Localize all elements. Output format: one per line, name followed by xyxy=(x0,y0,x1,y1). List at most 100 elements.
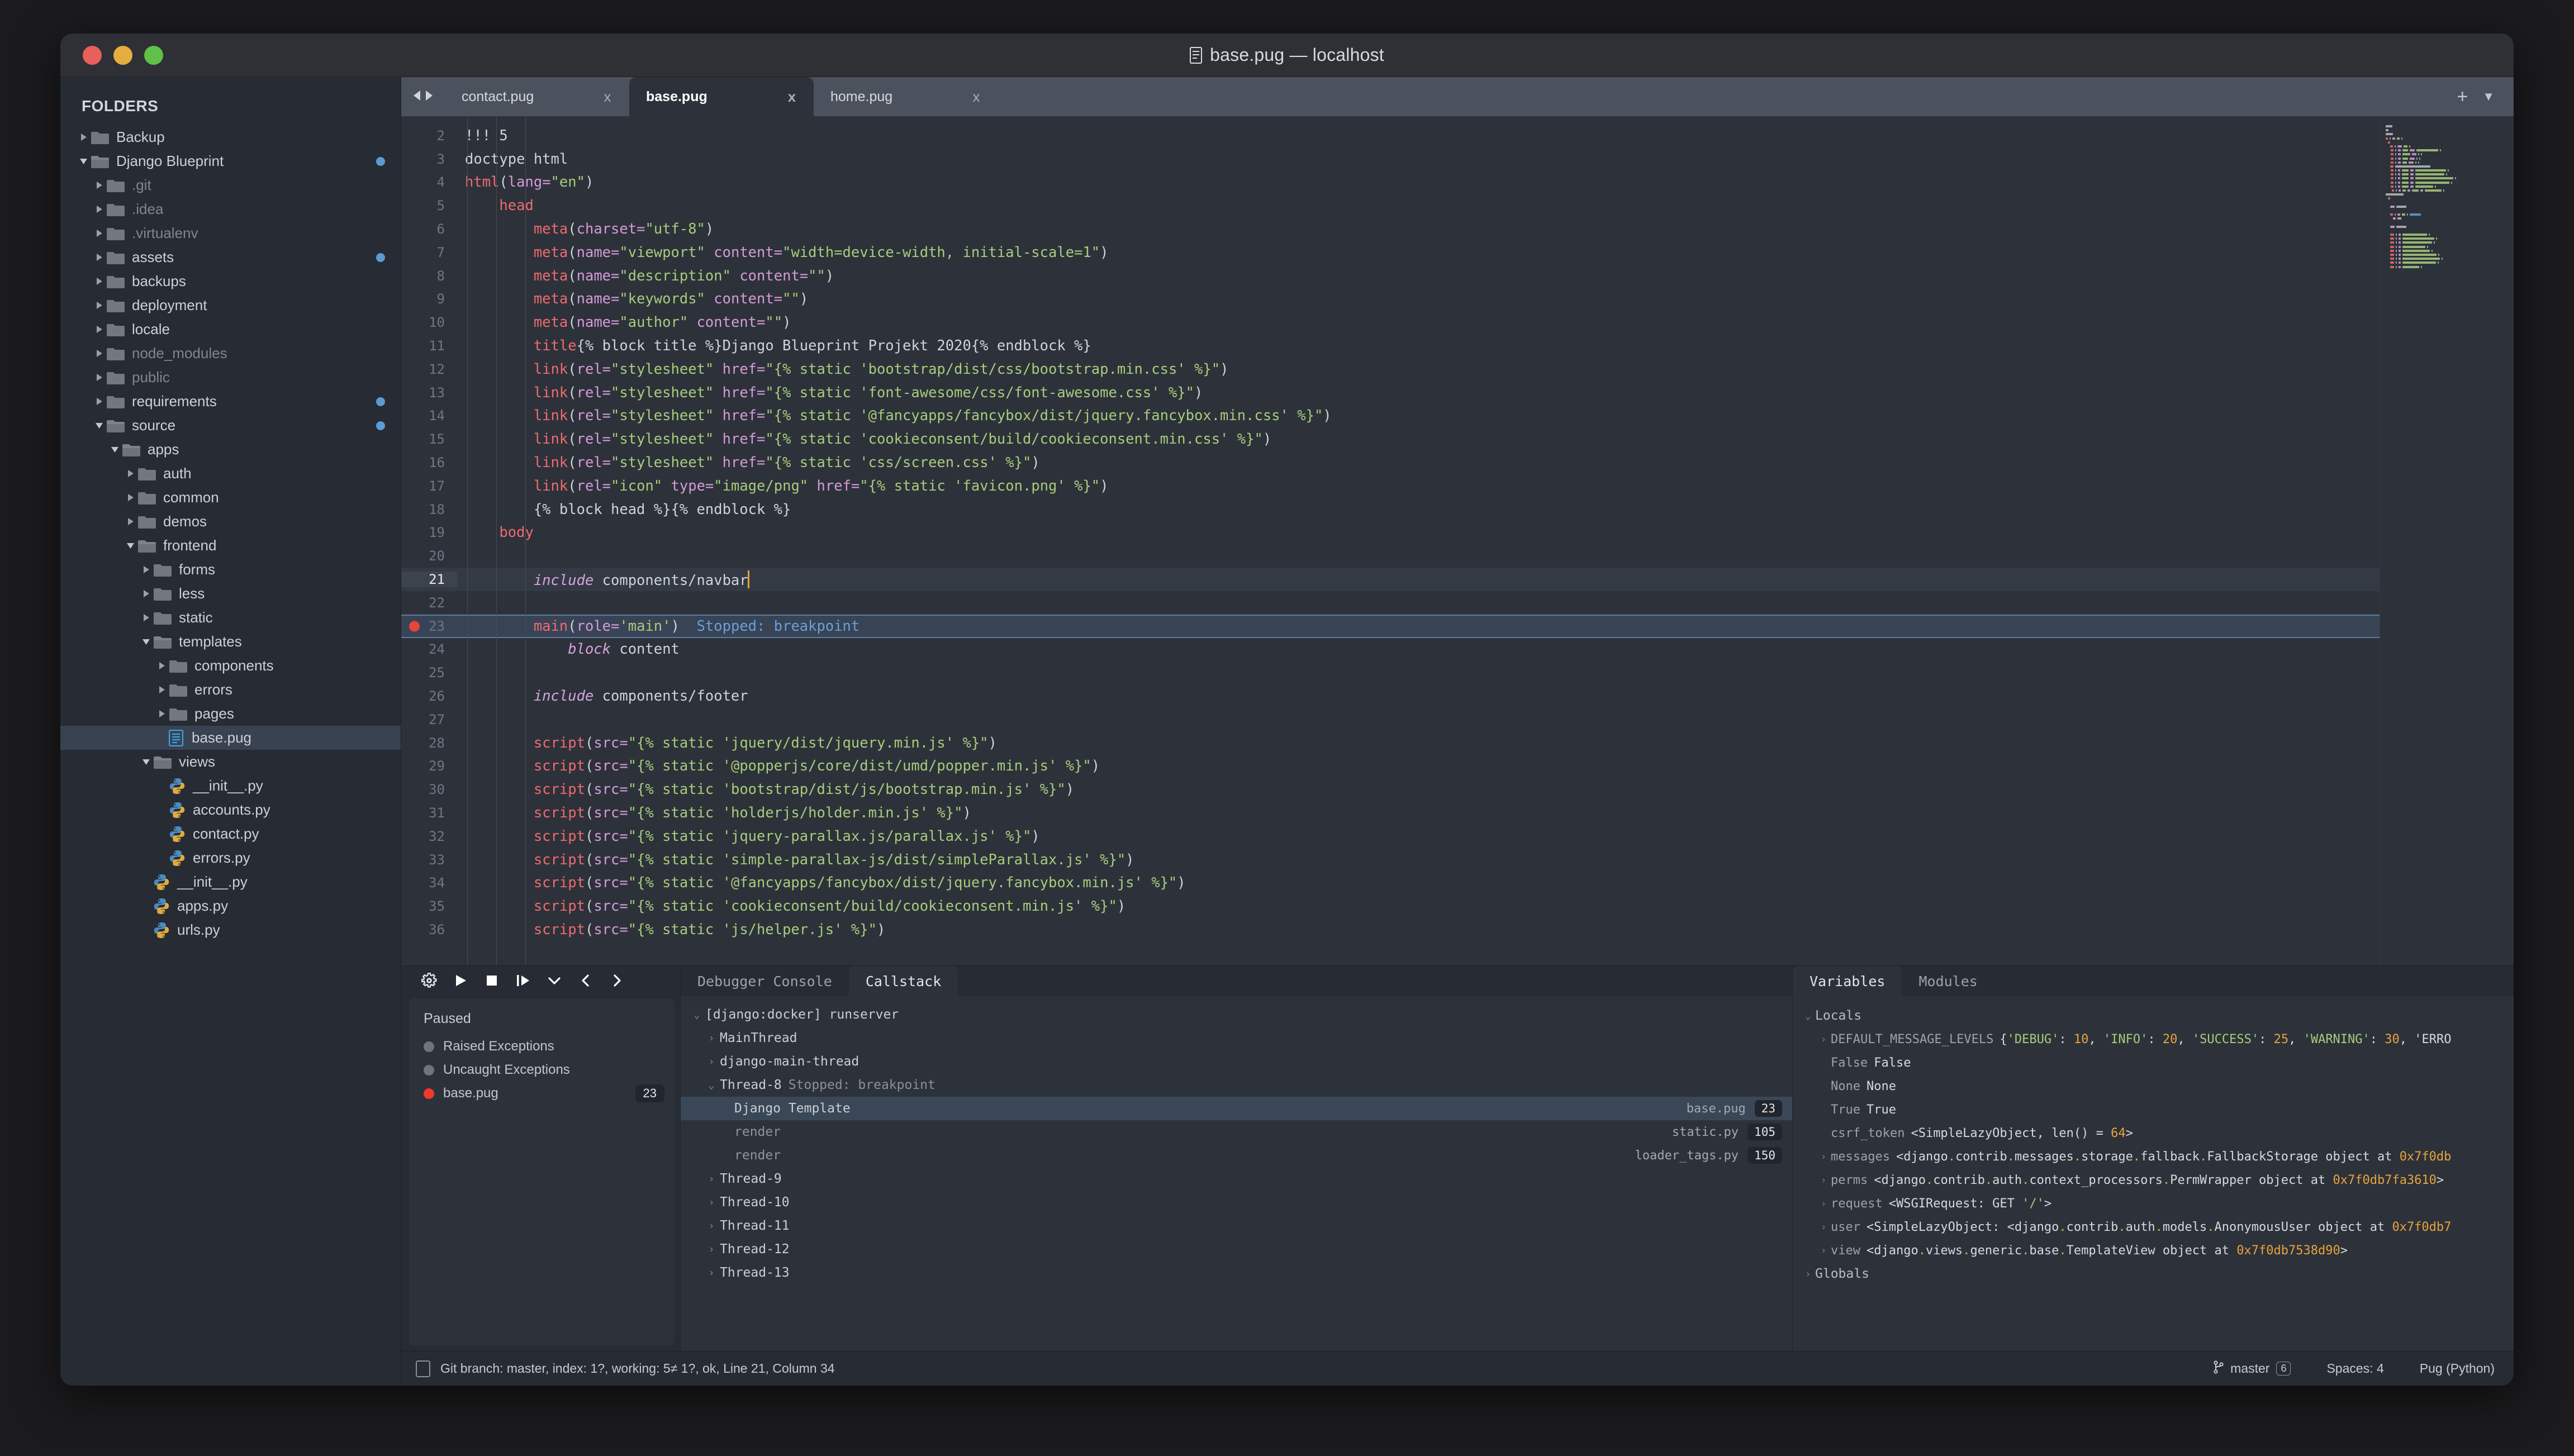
breakpoint-enabled-icon[interactable] xyxy=(424,1088,434,1099)
chevron-right-icon[interactable]: › xyxy=(703,1173,720,1185)
open-file-tabs[interactable]: contact.pug x base.pug x home.pug x xyxy=(445,77,998,116)
callstack-row[interactable]: render loader_tags.py 150 xyxy=(681,1144,1792,1167)
code-line-20[interactable]: 20 xyxy=(401,544,2380,568)
chevron-right-icon[interactable] xyxy=(154,686,169,694)
step-out-icon[interactable] xyxy=(570,966,601,995)
tree-item-node-modules[interactable]: node_modules xyxy=(60,341,401,365)
callstack-row[interactable]: › Thread-13 xyxy=(681,1261,1792,1284)
chevron-right-icon[interactable] xyxy=(92,253,106,261)
code-lines[interactable]: 2!!! 5 3 doctype html 4 html(lang="en") 5 hea… xyxy=(401,116,2380,965)
code-line-36[interactable]: 36 script(src="{% static 'js/helper.js' … xyxy=(401,918,2380,941)
tree-item--idea[interactable]: .idea xyxy=(60,197,401,221)
close-icon[interactable]: x xyxy=(783,88,800,106)
code-line-34[interactable]: 34 script(src="{% static '@fancyapps/fan… xyxy=(401,872,2380,895)
code-line-28[interactable]: 28 script(src="{% static 'jquery/dist/jq… xyxy=(401,731,2380,755)
panel-tab-debugger-console[interactable]: Debugger Console xyxy=(681,966,849,996)
variables-group[interactable]: › Globals xyxy=(1793,1262,2514,1286)
chevron-right-icon[interactable]: › xyxy=(703,1267,720,1279)
chevron-right-icon[interactable] xyxy=(92,205,106,213)
close-icon[interactable]: x xyxy=(599,88,616,106)
chevron-down-icon[interactable] xyxy=(139,758,153,765)
code-line-33[interactable]: 33 script(src="{% static 'simple-paralla… xyxy=(401,848,2380,872)
chevron-right-icon[interactable]: › xyxy=(1816,1034,1831,1045)
code-line-13[interactable]: 13 link(rel="stylesheet" href="{% static… xyxy=(401,381,2380,405)
chevron-right-icon[interactable] xyxy=(154,662,169,670)
stop-icon[interactable] xyxy=(476,966,507,995)
tree-item-backup[interactable]: Backup xyxy=(60,125,401,149)
variable-row[interactable]: › perms <django.contrib.auth.context_proce… xyxy=(1793,1168,2514,1192)
chevron-right-icon[interactable] xyxy=(92,229,106,237)
tab-nav-arrows[interactable] xyxy=(401,77,445,116)
breakpoint-row[interactable]: base.pug 23 xyxy=(409,1082,675,1105)
chevron-right-icon[interactable] xyxy=(123,469,137,478)
tree-item-source[interactable]: source xyxy=(60,413,401,437)
chevron-right-icon[interactable] xyxy=(123,517,137,526)
chevron-down-icon[interactable] xyxy=(123,542,137,549)
step-over-icon[interactable] xyxy=(507,966,539,995)
tab-home-pug[interactable]: home.pug x xyxy=(814,77,998,116)
chevron-right-icon[interactable] xyxy=(76,133,91,141)
callstack-row[interactable]: › Thread-9 xyxy=(681,1167,1792,1191)
chevron-down-icon[interactable]: ⌄ xyxy=(1801,1010,1815,1022)
callstack-row[interactable]: › Thread-11 xyxy=(681,1214,1792,1238)
code-line-17[interactable]: 17 link(rel="icon" type="image/png" href… xyxy=(401,474,2380,498)
tree-item-demos[interactable]: demos xyxy=(60,510,401,534)
code-line-26[interactable]: 26 include components/footer xyxy=(401,684,2380,708)
tree-item-backups[interactable]: backups xyxy=(60,269,401,293)
tree-item-apps[interactable]: apps xyxy=(60,437,401,461)
chevron-right-icon[interactable] xyxy=(92,349,106,358)
chevron-down-icon[interactable] xyxy=(139,638,153,645)
tree-item-errors-py[interactable]: errors.py xyxy=(60,846,401,870)
code-minimap[interactable] xyxy=(2380,116,2514,965)
resume-icon[interactable] xyxy=(445,966,476,995)
chevron-right-icon[interactable]: › xyxy=(1816,1245,1831,1257)
tree-item-requirements[interactable]: requirements xyxy=(60,389,401,413)
code-line-6[interactable]: 6 meta(charset="utf-8") xyxy=(401,217,2380,241)
language-mode[interactable]: Pug (Python) xyxy=(2420,1361,2495,1376)
variable-row[interactable]: › view <django.views.generic.base.Template… xyxy=(1793,1239,2514,1262)
chevron-right-icon[interactable]: › xyxy=(1816,1151,1831,1163)
tree-item-static[interactable]: static xyxy=(60,606,401,630)
code-line-8[interactable]: 8 meta(name="description" content="") xyxy=(401,264,2380,288)
chevron-right-icon[interactable] xyxy=(92,373,106,382)
chevron-right-icon[interactable] xyxy=(92,277,106,286)
tree-item-views[interactable]: views xyxy=(60,750,401,774)
variable-row[interactable]: › messages <django.contrib.messages.storag… xyxy=(1793,1145,2514,1168)
callstack-row[interactable]: ⌄ Thread-8 Stopped: breakpoint xyxy=(681,1073,1792,1097)
chevron-down-icon[interactable]: ⌄ xyxy=(703,1079,720,1091)
code-line-32[interactable]: 32 script(src="{% static 'jquery-paralla… xyxy=(401,825,2380,848)
code-line-19[interactable]: 19 body xyxy=(401,521,2380,545)
tree-item--git[interactable]: .git xyxy=(60,173,401,197)
tree-item-frontend[interactable]: frontend xyxy=(60,534,401,558)
code-line-2[interactable]: 2 !!! 5 xyxy=(401,124,2380,147)
chevron-right-icon[interactable] xyxy=(92,301,106,310)
code-line-23[interactable]: 23 main(role='main') Stopped: breakpoint xyxy=(401,614,2380,638)
step-into-icon[interactable] xyxy=(539,966,570,995)
chevron-right-icon[interactable]: › xyxy=(703,1032,720,1044)
code-line-9[interactable]: 9 meta(name="keywords" content="") xyxy=(401,288,2380,311)
chevron-right-icon[interactable]: › xyxy=(703,1220,720,1232)
callstack-row[interactable]: ⌄ [django:docker] runserver xyxy=(681,1003,1792,1026)
callstack-row[interactable]: Django Template base.pug 23 xyxy=(681,1097,1792,1120)
callstack-row[interactable]: render static.py 105 xyxy=(681,1120,1792,1144)
chevron-right-icon[interactable] xyxy=(139,589,153,598)
tree-item-contact-py[interactable]: contact.py xyxy=(60,822,401,846)
code-line-22[interactable]: 22 xyxy=(401,591,2380,615)
tree-item-assets[interactable]: assets xyxy=(60,245,401,269)
indentation-setting[interactable]: Spaces: 4 xyxy=(2326,1361,2383,1376)
tree-item-less[interactable]: less xyxy=(60,582,401,606)
variable-row[interactable]: › DEFAULT_MESSAGE_LEVELS {'DEBUG': 10, 'IN… xyxy=(1793,1027,2514,1051)
chevron-right-icon[interactable] xyxy=(139,565,153,574)
debug-panel-tabs[interactable]: Debugger Console Callstack xyxy=(681,966,1792,996)
tree-item-common[interactable]: common xyxy=(60,486,401,510)
step-forward-icon[interactable] xyxy=(601,966,633,995)
chevron-right-icon[interactable] xyxy=(139,613,153,622)
tree-item-base-pug[interactable]: base.pug xyxy=(60,726,401,750)
tab-base-pug[interactable]: base.pug x xyxy=(629,77,814,116)
code-line-7[interactable]: 7 meta(name="viewport" content="width=de… xyxy=(401,241,2380,264)
code-line-15[interactable]: 15 link(rel="stylesheet" href="{% static… xyxy=(401,427,2380,451)
folder-tree[interactable]: Backup Django Blueprint .git .idea .virtuale… xyxy=(60,125,401,1386)
code-line-29[interactable]: 29 script(src="{% static '@popperjs/core… xyxy=(401,755,2380,778)
code-line-3[interactable]: 3 doctype html xyxy=(401,147,2380,171)
chevron-down-icon[interactable]: ⌄ xyxy=(688,1008,705,1021)
